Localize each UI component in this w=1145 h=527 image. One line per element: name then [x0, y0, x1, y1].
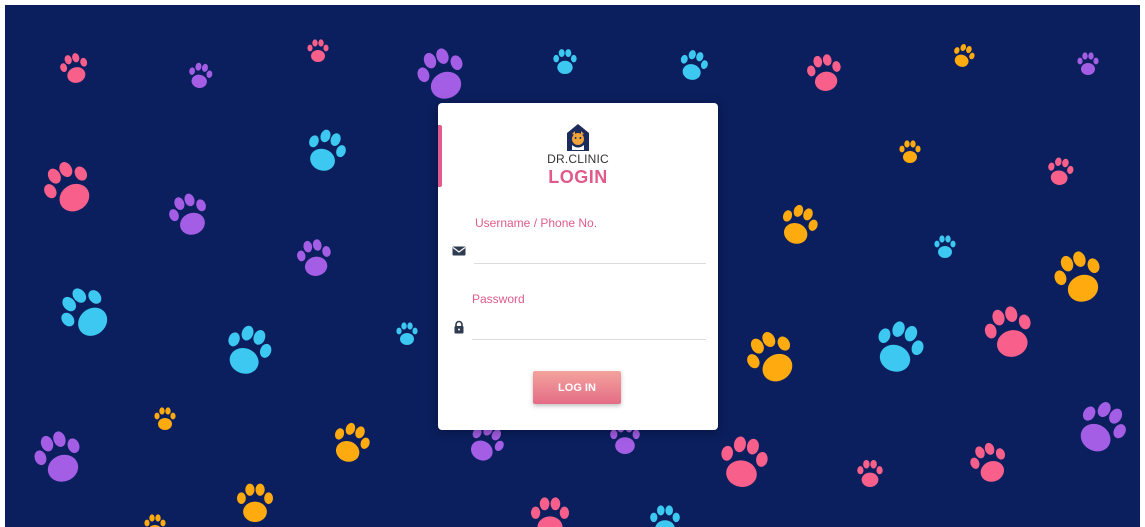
brand-name: DR.CLINIC — [547, 152, 609, 166]
paw-print-icon — [782, 204, 818, 244]
paw-print-icon — [721, 436, 768, 487]
username-field: Username / Phone No. — [452, 216, 706, 272]
paw-print-icon — [61, 288, 108, 336]
paw-print-icon — [747, 332, 793, 382]
paw-print-icon — [417, 48, 463, 99]
paw-print-icon — [1054, 251, 1100, 302]
password-input[interactable] — [472, 310, 706, 340]
paw-print-icon — [189, 62, 213, 88]
paw-print-icon — [1077, 52, 1099, 75]
paw-print-icon — [334, 422, 370, 462]
paw-print-icon — [807, 54, 841, 91]
paw-print-icon — [236, 483, 274, 522]
paw-print-icon — [154, 407, 176, 430]
paw-print-icon — [396, 322, 418, 345]
password-label: Password — [472, 292, 525, 306]
lock-icon — [454, 320, 464, 334]
paw-print-icon — [899, 140, 921, 163]
paw-print-icon — [680, 50, 708, 80]
paw-print-icon — [857, 459, 883, 487]
login-button[interactable]: LOG IN — [533, 371, 621, 404]
username-input[interactable] — [474, 234, 706, 264]
paw-print-icon — [44, 162, 90, 212]
paw-print-icon — [1048, 157, 1074, 185]
paw-print-icon — [954, 44, 975, 67]
paw-print-icon — [530, 497, 570, 527]
paw-print-icon — [34, 431, 80, 482]
paw-print-icon — [984, 306, 1031, 357]
paw-print-icon — [878, 321, 924, 372]
paw-print-icon — [970, 442, 1006, 482]
paw-print-icon — [553, 49, 577, 74]
paw-print-icon — [60, 53, 88, 83]
password-field: Password — [452, 292, 706, 348]
login-card: DR.CLINIC LOGIN Username / Phone No. Pas… — [438, 103, 718, 430]
paw-print-icon — [650, 505, 680, 527]
paw-print-icon — [169, 193, 206, 235]
paw-print-icon — [934, 235, 956, 258]
paw-print-icon — [309, 129, 346, 171]
paw-print-icon — [297, 239, 331, 276]
envelope-icon — [452, 246, 466, 256]
clinic-house-pet-icon — [567, 124, 589, 151]
paw-print-icon — [307, 39, 329, 62]
paw-print-icon — [144, 514, 166, 527]
background-panel: DR.CLINIC LOGIN Username / Phone No. Pas… — [5, 5, 1140, 527]
username-label: Username / Phone No. — [475, 216, 598, 230]
paw-print-icon — [228, 325, 272, 374]
login-title: LOGIN — [548, 167, 608, 187]
paw-print-icon — [1080, 402, 1126, 452]
